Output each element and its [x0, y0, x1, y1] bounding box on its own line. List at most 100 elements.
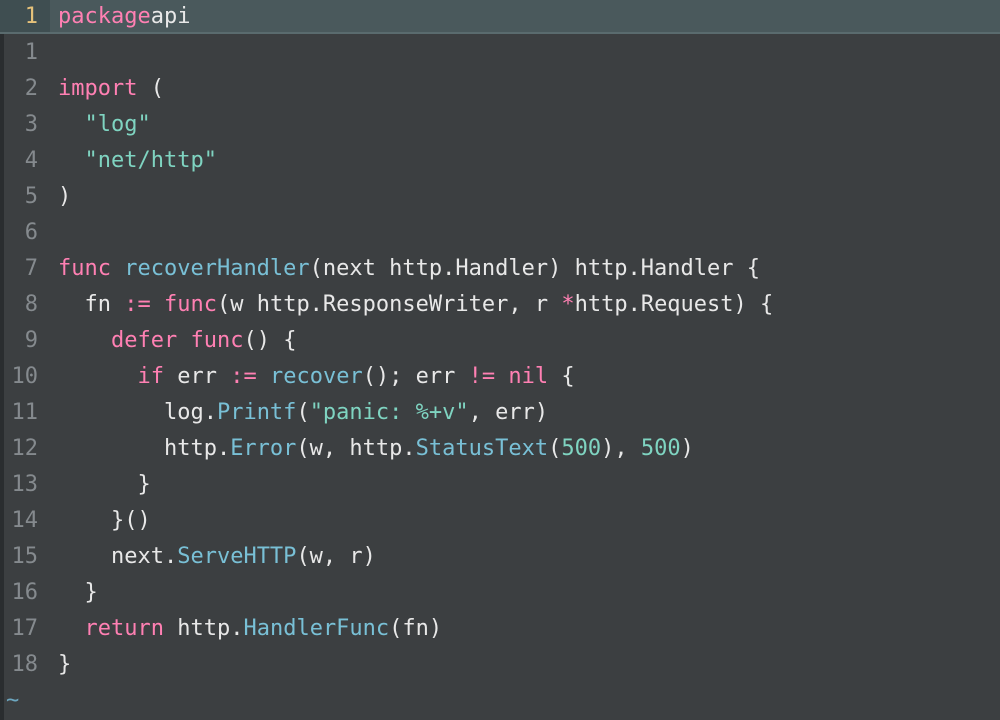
code-token: if: [137, 364, 164, 389]
code-token: *: [561, 292, 574, 317]
line-content[interactable]: "log": [50, 112, 151, 137]
line-content[interactable]: http.Error(w, http.StatusText(500), 500): [50, 436, 694, 461]
line-content[interactable]: }: [50, 652, 71, 677]
code-line[interactable]: 16 }: [0, 574, 1000, 610]
line-content[interactable]: func recoverHandler(next http.Handler) h…: [50, 256, 760, 281]
code-token: ): [681, 436, 694, 461]
line-number: 14: [0, 508, 50, 533]
line-number: 15: [0, 544, 50, 569]
code-token: (fn): [389, 616, 442, 641]
line-content[interactable]: log.Printf("panic: %+v", err): [50, 400, 548, 425]
code-token: {: [548, 364, 575, 389]
line-content[interactable]: ): [50, 184, 71, 209]
code-token: [58, 148, 85, 173]
code-token: "net/http": [85, 148, 217, 173]
line-content[interactable]: "net/http": [50, 148, 217, 173]
line-content[interactable]: if err := recover(); err != nil {: [50, 364, 575, 389]
code-editor[interactable]: 1 package api 12import (3 "log"4 "net/ht…: [0, 0, 1000, 720]
line-number: 13: [0, 472, 50, 497]
line-content[interactable]: fn := func(w http.ResponseWriter, r *htt…: [50, 292, 773, 317]
code-token: (w, http.: [296, 436, 415, 461]
code-token: (w http.ResponseWriter, r: [217, 292, 561, 317]
code-token: ),: [601, 436, 641, 461]
line-content[interactable]: }: [50, 580, 98, 605]
code-token: 500: [641, 436, 681, 461]
line-number: 8: [0, 292, 50, 317]
code-token: (: [548, 436, 561, 461]
code-token: Printf: [217, 400, 296, 425]
code-line[interactable]: 8 fn := func(w http.ResponseWriter, r *h…: [0, 286, 1000, 322]
code-line[interactable]: 3 "log": [0, 106, 1000, 142]
line-number: 12: [0, 436, 50, 461]
code-line[interactable]: 17 return http.HandlerFunc(fn): [0, 610, 1000, 646]
code-token: "panic: %+v": [310, 400, 469, 425]
code-token: [58, 112, 85, 137]
code-token: [58, 328, 111, 353]
code-token: http.: [58, 436, 230, 461]
code-token: (w, r): [296, 544, 375, 569]
code-token: :=: [230, 364, 257, 389]
code-token: , err): [469, 400, 548, 425]
line-content[interactable]: }: [50, 472, 151, 497]
code-token: next.: [58, 544, 177, 569]
code-line[interactable]: 15 next.ServeHTTP(w, r): [0, 538, 1000, 574]
code-line[interactable]: 14 }(): [0, 502, 1000, 538]
code-token: StatusText: [416, 436, 548, 461]
code-line[interactable]: 2import (: [0, 70, 1000, 106]
code-line[interactable]: 12 http.Error(w, http.StatusText(500), 5…: [0, 430, 1000, 466]
code-line[interactable]: 5): [0, 178, 1000, 214]
code-line[interactable]: 10 if err := recover(); err != nil {: [0, 358, 1000, 394]
line-number: 17: [0, 616, 50, 641]
code-token: [257, 364, 270, 389]
code-token: }: [58, 472, 151, 497]
code-line[interactable]: 9 defer func() {: [0, 322, 1000, 358]
code-line[interactable]: 4 "net/http": [0, 142, 1000, 178]
code-token: "log": [85, 112, 151, 137]
code-token: [58, 364, 137, 389]
code-token: return: [85, 616, 164, 641]
code-token: func: [164, 292, 217, 317]
code-token: (); err: [363, 364, 469, 389]
code-line[interactable]: 13 }: [0, 466, 1000, 502]
line-content[interactable]: defer func() {: [50, 328, 296, 353]
code-line[interactable]: 6: [0, 214, 1000, 250]
code-token: func: [58, 256, 111, 281]
code-token: fn: [58, 292, 124, 317]
code-token: [111, 256, 124, 281]
code-area[interactable]: 12import (3 "log"4 "net/http"5)67func re…: [0, 34, 1000, 720]
title-line-number: 1: [0, 0, 50, 32]
code-token: () {: [243, 328, 296, 353]
code-token: :=: [124, 292, 151, 317]
line-number: 3: [0, 112, 50, 137]
line-number: 11: [0, 400, 50, 425]
line-content[interactable]: return http.HandlerFunc(fn): [50, 616, 442, 641]
left-border: [0, 34, 4, 720]
code-token: [151, 292, 164, 317]
line-content[interactable]: import (: [50, 76, 164, 101]
line-number: 5: [0, 184, 50, 209]
code-token: log.: [58, 400, 217, 425]
line-number: 16: [0, 580, 50, 605]
line-content[interactable]: }(): [50, 508, 151, 533]
code-token: http.Request) {: [575, 292, 774, 317]
code-token: [495, 364, 508, 389]
code-token: !=: [469, 364, 496, 389]
code-token: Error: [230, 436, 296, 461]
code-line[interactable]: 1: [0, 34, 1000, 70]
code-token: 500: [561, 436, 601, 461]
code-line[interactable]: 11 log.Printf("panic: %+v", err): [0, 394, 1000, 430]
line-number: 4: [0, 148, 50, 173]
empty-line-marker: ~: [0, 682, 1000, 718]
code-token: err: [164, 364, 230, 389]
code-token: http.: [164, 616, 243, 641]
code-token: defer: [111, 328, 177, 353]
code-line[interactable]: 7func recoverHandler(next http.Handler) …: [0, 250, 1000, 286]
code-token: (next http.Handler) http.Handler {: [310, 256, 760, 281]
code-token: api: [151, 4, 191, 29]
code-token: import: [58, 76, 137, 101]
code-token: recover: [270, 364, 363, 389]
code-token: (: [137, 76, 164, 101]
line-content[interactable]: next.ServeHTTP(w, r): [50, 544, 376, 569]
code-line[interactable]: 18}: [0, 646, 1000, 682]
line-number: 7: [0, 256, 50, 281]
